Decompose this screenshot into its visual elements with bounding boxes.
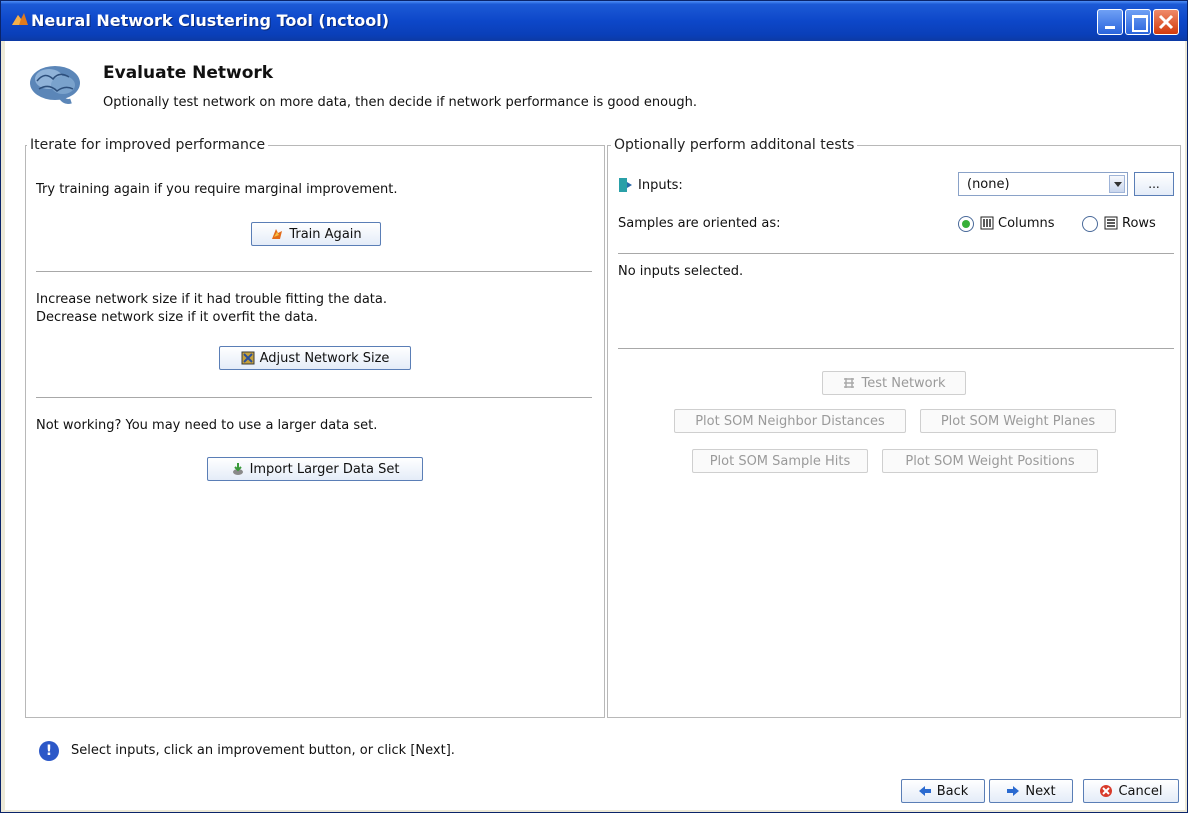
adjust-size-icon xyxy=(241,351,255,365)
next-button[interactable]: Next xyxy=(989,779,1073,803)
train-icon xyxy=(272,229,283,239)
cancel-button[interactable]: Cancel xyxy=(1083,779,1179,803)
divider xyxy=(36,271,592,272)
panel-legend: Optionally perform additonal tests xyxy=(611,137,858,153)
inputs-icon xyxy=(619,178,632,192)
import-larger-data-label: Import Larger Data Set xyxy=(249,461,400,477)
import-larger-data-button[interactable]: Import Larger Data Set xyxy=(207,457,423,481)
larger-data-text: Not working? You may need to use a large… xyxy=(36,418,378,433)
close-button[interactable] xyxy=(1153,9,1179,35)
test-network-button[interactable]: Test Network xyxy=(822,371,966,395)
additional-tests-panel: Optionally perform additonal tests Input… xyxy=(607,137,1181,718)
cancel-icon xyxy=(1100,785,1113,797)
inputs-select-value: (none) xyxy=(967,176,1010,192)
window-title: Neural Network Clustering Tool (nctool) xyxy=(31,11,390,30)
back-label: Back xyxy=(936,783,969,799)
rows-icon xyxy=(1104,216,1118,230)
hint-text: Select inputs, click an improvement butt… xyxy=(71,743,455,758)
brain-icon xyxy=(30,66,80,104)
back-button[interactable]: Back xyxy=(901,779,985,803)
plot-neighbor-distances-button[interactable]: Plot SOM Neighbor Distances xyxy=(674,409,906,433)
increase-size-text: Increase network size if it had trouble … xyxy=(36,292,388,307)
arrow-left-icon xyxy=(918,786,931,796)
browse-inputs-button[interactable]: ... xyxy=(1134,172,1174,196)
train-again-label: Train Again xyxy=(289,226,362,242)
arrow-right-icon xyxy=(1007,786,1020,796)
cancel-label: Cancel xyxy=(1118,783,1163,799)
minimize-button[interactable] xyxy=(1097,9,1123,35)
test-network-icon xyxy=(844,378,855,388)
rows-label: Rows xyxy=(1122,216,1156,231)
columns-label: Columns xyxy=(998,216,1055,231)
app-window: Neural Network Clustering Tool (nctool) … xyxy=(0,0,1188,813)
plot-sample-hits-button[interactable]: Plot SOM Sample Hits xyxy=(692,449,868,473)
page-title: Evaluate Network xyxy=(103,63,274,83)
matlab-logo-icon xyxy=(12,13,28,25)
info-icon: ! xyxy=(39,741,59,761)
page-subtitle: Optionally test network on more data, th… xyxy=(103,95,697,110)
divider xyxy=(618,348,1174,349)
improve-performance-panel: Iterate for improved performance Try tra… xyxy=(25,137,605,718)
inputs-label: Inputs: xyxy=(638,178,683,193)
chevron-down-icon[interactable] xyxy=(1109,175,1125,193)
train-again-text: Try training again if you require margin… xyxy=(36,182,398,197)
title-bar[interactable]: Neural Network Clustering Tool (nctool) xyxy=(1,1,1187,41)
orientation-label: Samples are oriented as: xyxy=(618,216,781,231)
test-network-label: Test Network xyxy=(861,375,946,391)
columns-icon xyxy=(980,216,994,230)
wizard-content: Evaluate Network Optionally test network… xyxy=(5,41,1185,810)
maximize-button[interactable] xyxy=(1125,9,1151,35)
inputs-select[interactable]: (none) xyxy=(958,172,1128,196)
close-icon xyxy=(1158,14,1174,30)
plot-weight-positions-button[interactable]: Plot SOM Weight Positions xyxy=(882,449,1098,473)
adjust-network-size-button[interactable]: Adjust Network Size xyxy=(219,346,411,370)
import-icon xyxy=(232,463,243,475)
rows-radio[interactable] xyxy=(1082,216,1098,232)
panel-legend: Iterate for improved performance xyxy=(27,137,269,153)
train-again-button[interactable]: Train Again xyxy=(251,222,381,246)
status-text: No inputs selected. xyxy=(618,264,744,279)
divider xyxy=(36,397,592,398)
plot-weight-planes-button[interactable]: Plot SOM Weight Planes xyxy=(920,409,1116,433)
next-label: Next xyxy=(1025,783,1056,799)
divider xyxy=(618,253,1174,254)
columns-radio[interactable] xyxy=(958,216,974,232)
decrease-size-text: Decrease network size if it overfit the … xyxy=(36,310,318,325)
adjust-network-size-label: Adjust Network Size xyxy=(259,350,390,366)
